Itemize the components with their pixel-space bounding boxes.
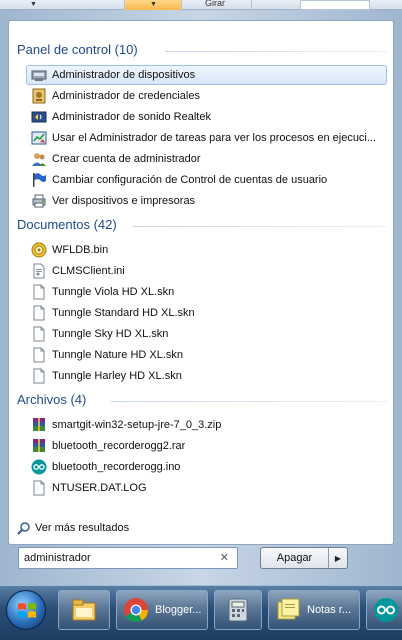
- blank-file-icon: [31, 480, 47, 496]
- user-accounts-icon: [31, 151, 47, 167]
- ini-file-icon: [31, 263, 47, 279]
- result-label: Cambiar configuración de Control de cuen…: [52, 174, 328, 186]
- result-bluetooth-ino[interactable]: bluetooth_recorderogg.ino: [26, 457, 387, 477]
- rotate-button[interactable]: Girar: [182, 0, 252, 10]
- result-label: smartgit-win32-setup-jre-7_0_3.zip: [52, 419, 222, 431]
- result-credential-manager[interactable]: Administrador de credenciales: [26, 86, 387, 106]
- chrome-icon: [123, 597, 149, 623]
- result-tunngle-nature[interactable]: Tunngle Nature HD XL.skn: [26, 345, 387, 365]
- taskbar-button-sticky-notes[interactable]: Notas r...: [268, 590, 360, 630]
- winrar-archive-icon: [31, 417, 47, 433]
- result-clmsclient-ini[interactable]: CLMSClient.ini: [26, 261, 387, 281]
- result-device-manager[interactable]: Administrador de dispositivos: [26, 65, 387, 85]
- group-divider: [133, 226, 387, 227]
- group-title: Archivos (4): [17, 392, 87, 407]
- result-label: Usar el Administrador de tareas para ver…: [52, 132, 377, 144]
- result-label: Tunngle Nature HD XL.skn: [52, 349, 184, 361]
- arduino-icon: [373, 597, 399, 623]
- result-realtek-audio[interactable]: Administrador de sonido Realtek: [26, 107, 387, 127]
- result-label: CLMSClient.ini: [52, 265, 125, 277]
- arduino-file-icon: [31, 459, 47, 475]
- taskbar-button-label: Notas r...: [307, 604, 352, 616]
- bin-file-icon: [31, 242, 47, 258]
- toolbar-field[interactable]: [300, 0, 370, 10]
- calculator-icon: [225, 597, 251, 623]
- group-title: Panel de control (10): [17, 42, 138, 57]
- result-smartgit-zip[interactable]: smartgit-win32-setup-jre-7_0_3.zip: [26, 415, 387, 435]
- result-label: Tunngle Sky HD XL.skn: [52, 328, 169, 340]
- result-label: Administrador de sonido Realtek: [52, 111, 211, 123]
- shutdown-label: Apagar: [276, 552, 313, 564]
- realtek-audio-icon: [31, 109, 47, 125]
- start-search-box[interactable]: ✕: [18, 547, 238, 569]
- search-icon: [17, 521, 31, 535]
- result-label: bluetooth_recorderogg2.rar: [52, 440, 186, 452]
- blank-file-icon: [31, 347, 47, 363]
- result-tunngle-viola[interactable]: Tunngle Viola HD XL.skn: [26, 282, 387, 302]
- group-title: Documentos (42): [17, 217, 117, 232]
- taskbar-button-label: Blogger...: [155, 604, 202, 616]
- windows-logo-icon: [18, 603, 36, 618]
- blank-file-icon: [31, 326, 47, 342]
- group-heading-archivos[interactable]: Archivos (4): [17, 392, 86, 407]
- start-menu: Panel de control (10) Administrador de d…: [0, 10, 402, 585]
- blank-file-icon: [31, 368, 47, 384]
- result-label: NTUSER.DAT.LOG: [52, 482, 147, 494]
- rotate-label: Girar: [205, 0, 225, 8]
- dropdown-arrow-icon: ▼: [30, 1, 37, 8]
- blank-file-icon: [31, 284, 47, 300]
- shutdown-button[interactable]: Apagar: [261, 548, 329, 568]
- toolbar-segment-active[interactable]: ▼: [125, 0, 182, 10]
- result-label: bluetooth_recorderogg.ino: [52, 461, 181, 473]
- result-label: Crear cuenta de administrador: [52, 153, 201, 165]
- file-explorer-icon: [71, 597, 97, 623]
- result-label: WFLDB.bin: [52, 244, 109, 256]
- result-task-manager[interactable]: Usar el Administrador de tareas para ver…: [26, 128, 387, 148]
- result-label: Tunngle Harley HD XL.skn: [52, 370, 182, 382]
- dropdown-arrow-icon: ▼: [150, 1, 157, 8]
- uac-flag-icon: [31, 172, 47, 188]
- result-tunngle-harley[interactable]: Tunngle Harley HD XL.skn: [26, 366, 387, 386]
- result-uac-settings[interactable]: Cambiar configuración de Control de cuen…: [26, 170, 387, 190]
- device-manager-icon: [31, 67, 47, 83]
- see-more-results-label: Ver más resultados: [35, 522, 130, 534]
- credential-manager-icon: [31, 88, 47, 104]
- devices-printers-icon: [31, 193, 47, 209]
- result-label: Tunngle Viola HD XL.skn: [52, 286, 175, 298]
- result-bluetooth-rar[interactable]: bluetooth_recorderogg2.rar: [26, 436, 387, 456]
- result-label: Tunngle Standard HD XL.skn: [52, 307, 195, 319]
- task-manager-icon: [31, 130, 47, 146]
- result-tunngle-standard[interactable]: Tunngle Standard HD XL.skn: [26, 303, 387, 323]
- taskbar-button-explorer[interactable]: [58, 590, 110, 630]
- shutdown-options-arrow-icon[interactable]: ▶: [329, 548, 347, 568]
- taskbar: Blogger... Notas r...: [0, 585, 402, 640]
- clear-search-icon[interactable]: ✕: [220, 551, 229, 564]
- search-results-panel: Panel de control (10) Administrador de d…: [8, 20, 394, 545]
- start-button[interactable]: [6, 590, 46, 630]
- see-more-results-link[interactable]: Ver más resultados: [17, 521, 129, 535]
- group-heading-panel[interactable]: Panel de control (10): [17, 42, 138, 57]
- sticky-notes-icon: [275, 597, 301, 623]
- taskbar-button-calculator[interactable]: [214, 590, 262, 630]
- shutdown-split-button: Apagar ▶: [260, 547, 348, 569]
- winrar-archive-icon: [31, 438, 47, 454]
- result-devices-printers[interactable]: Ver dispositivos e impresoras: [26, 191, 387, 211]
- result-wfldb-bin[interactable]: WFLDB.bin: [26, 240, 387, 260]
- search-input[interactable]: [24, 552, 214, 564]
- result-tunngle-sky[interactable]: Tunngle Sky HD XL.skn: [26, 324, 387, 344]
- taskbar-button-arduino[interactable]: [366, 590, 402, 630]
- group-divider: [165, 51, 387, 52]
- result-create-admin-account[interactable]: Crear cuenta de administrador: [26, 149, 387, 169]
- result-ntuser-log[interactable]: NTUSER.DAT.LOG: [26, 478, 387, 498]
- result-label: Administrador de credenciales: [52, 90, 200, 102]
- group-heading-documentos[interactable]: Documentos (42): [17, 217, 117, 232]
- group-divider: [111, 401, 387, 402]
- result-label: Ver dispositivos e impresoras: [52, 195, 196, 207]
- background-window-toolbar: ▼ ▼ Girar: [0, 0, 402, 10]
- taskbar-button-chrome[interactable]: Blogger...: [116, 590, 208, 630]
- result-label: Administrador de dispositivos: [52, 69, 196, 81]
- blank-file-icon: [31, 305, 47, 321]
- toolbar-segment[interactable]: ▼: [0, 0, 125, 10]
